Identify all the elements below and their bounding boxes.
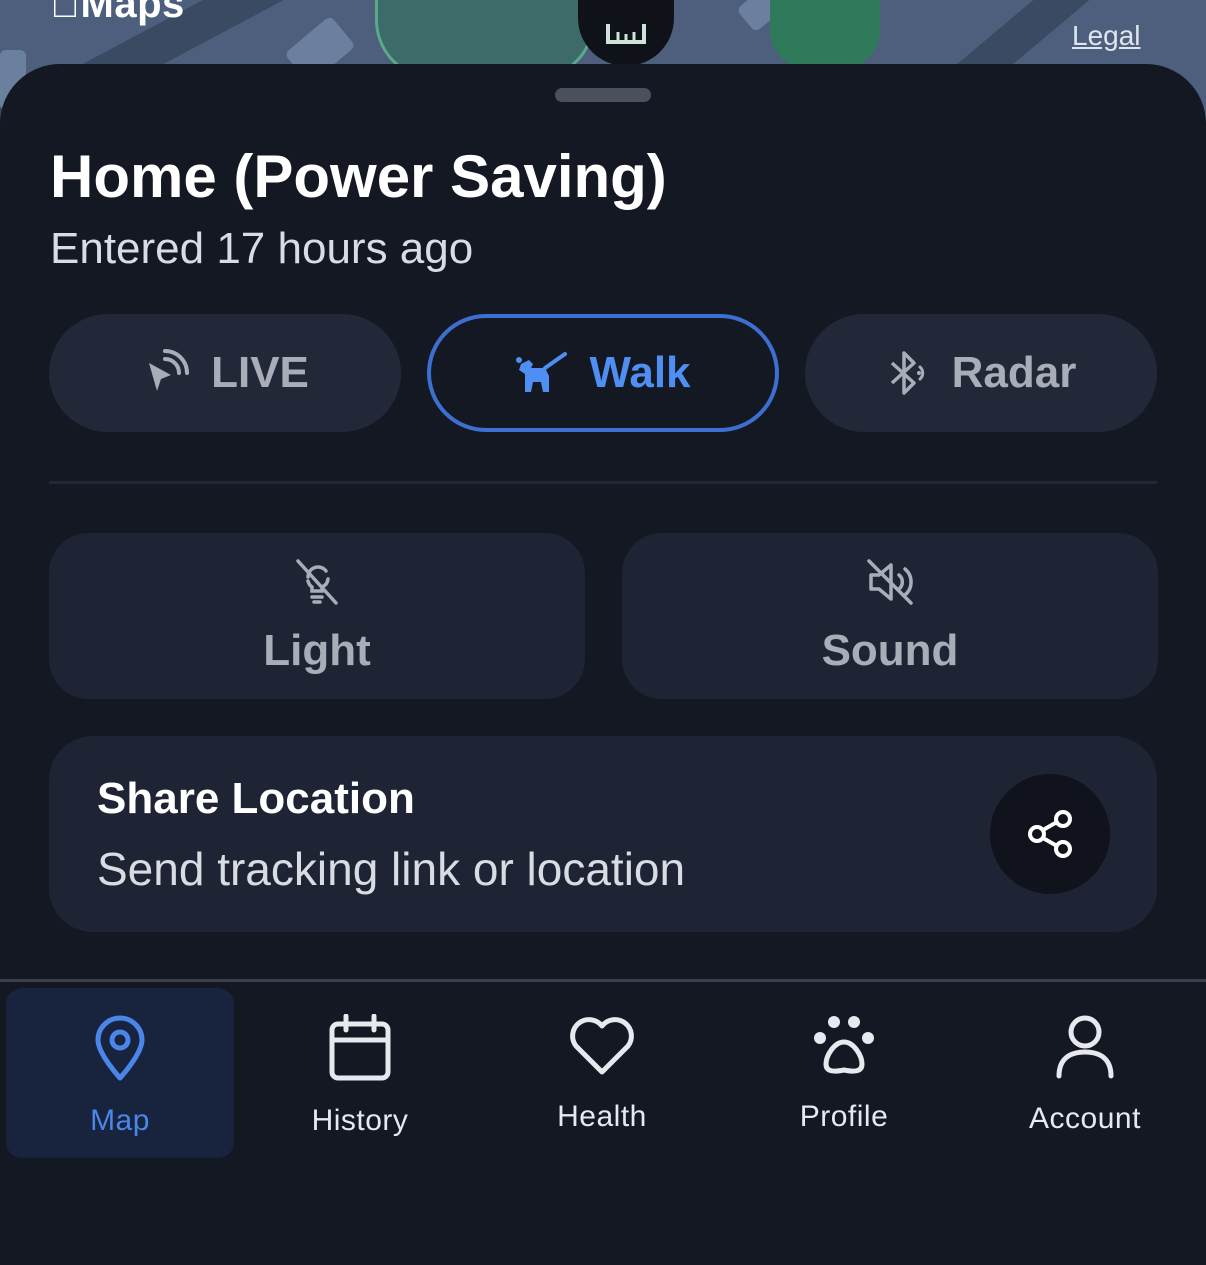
sound-label: Sound xyxy=(821,625,959,675)
light-off-icon xyxy=(292,557,342,618)
tab-account[interactable]: Account xyxy=(971,988,1199,1158)
live-mode-label: LIVE xyxy=(211,348,309,397)
paw-icon xyxy=(814,1016,874,1074)
map-pin-icon xyxy=(95,1015,145,1081)
bottom-tab-bar: Map History Health Profile Account xyxy=(0,979,1206,1265)
tab-health-label: Health xyxy=(557,1100,647,1133)
share-title: Share Location xyxy=(97,774,415,823)
sound-toggle[interactable]: Sound xyxy=(622,533,1158,699)
tracker-icon xyxy=(606,24,646,44)
pet-location-marker[interactable] xyxy=(578,0,674,66)
tab-profile[interactable]: Profile xyxy=(730,988,958,1158)
map-park xyxy=(770,0,880,70)
tab-health[interactable]: Health xyxy=(488,988,716,1158)
bluetooth-radar-icon xyxy=(886,349,930,397)
legal-link[interactable]: Legal xyxy=(1072,20,1141,52)
sound-off-icon xyxy=(865,557,915,618)
section-divider xyxy=(49,481,1157,484)
sheet-grabber[interactable] xyxy=(555,88,651,102)
user-icon xyxy=(1056,1015,1114,1079)
live-mode-button[interactable]: LIVE xyxy=(49,314,401,432)
tab-account-label: Account xyxy=(1029,1102,1141,1135)
tab-map[interactable]: Map xyxy=(6,988,234,1158)
place-title: Home (Power Saving) xyxy=(50,143,667,210)
place-subtitle: Entered 17 hours ago xyxy=(50,224,474,273)
light-label: Light xyxy=(263,625,371,675)
dog-walk-icon xyxy=(515,350,568,396)
share-location-card[interactable]: Share Location Send tracking link or loc… xyxy=(49,736,1157,932)
tab-history-label: History xyxy=(311,1104,409,1137)
tab-profile-label: Profile xyxy=(799,1100,889,1133)
maps-logo: Maps xyxy=(50,0,184,26)
calendar-icon xyxy=(329,1014,391,1081)
radar-mode-label: Radar xyxy=(951,348,1077,397)
walk-mode-label: Walk xyxy=(589,348,691,397)
share-subtitle: Send tracking link or location xyxy=(97,843,686,895)
share-button[interactable] xyxy=(990,774,1110,894)
tab-map-label: Map xyxy=(90,1104,150,1137)
tab-history[interactable]: History xyxy=(246,988,474,1158)
light-toggle[interactable]: Light xyxy=(49,533,585,699)
walk-mode-button[interactable]: Walk xyxy=(427,314,779,432)
heart-icon xyxy=(570,1017,634,1075)
live-signal-icon xyxy=(141,349,190,397)
radar-mode-button[interactable]: Radar xyxy=(805,314,1157,432)
share-icon xyxy=(1028,810,1072,858)
